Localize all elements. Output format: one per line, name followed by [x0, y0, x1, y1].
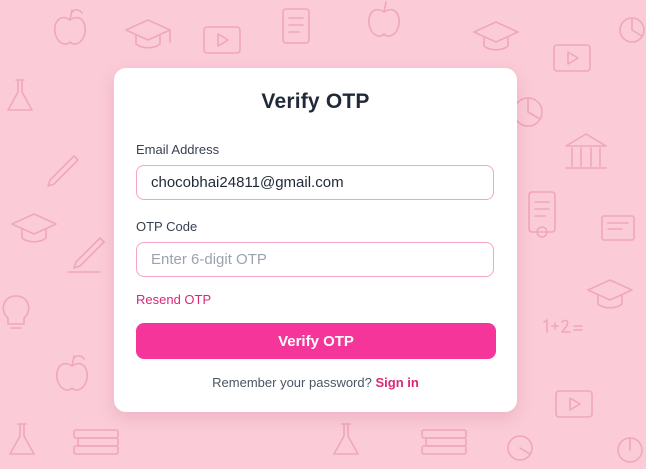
graduation-cap-icon [11, 213, 57, 243]
signin-link[interactable]: Sign in [375, 375, 418, 390]
pie-chart-icon [617, 437, 643, 463]
flask-icon [7, 79, 33, 111]
signin-prompt-text: Remember your password? [212, 375, 372, 390]
pie-chart-icon [619, 17, 645, 43]
resend-otp-link[interactable]: Resend OTP [136, 292, 211, 307]
graduation-cap-icon [587, 279, 633, 309]
verify-otp-card: Verify OTP Email Address OTP Code Resend… [114, 68, 517, 412]
video-player-icon [203, 26, 241, 54]
email-label: Email Address [136, 142, 220, 157]
verify-otp-button[interactable]: Verify OTP [136, 323, 496, 359]
apple-icon [56, 354, 88, 391]
otp-input[interactable] [136, 242, 494, 277]
flask-icon [9, 423, 35, 455]
pie-chart-icon [513, 97, 543, 127]
page-title: Verify OTP [261, 90, 370, 113]
books-icon [73, 429, 119, 455]
certificate-icon [601, 215, 635, 241]
lightbulb-icon [2, 295, 30, 329]
document-icon [528, 191, 556, 238]
video-player-icon [553, 44, 591, 72]
video-player-icon [555, 390, 593, 418]
otp-label: OTP Code [136, 219, 198, 234]
pie-chart-icon [507, 435, 533, 461]
pencil-icon [47, 155, 79, 187]
email-field[interactable] [136, 165, 494, 200]
graduation-cap-icon [125, 19, 171, 49]
math-formula-icon [543, 319, 583, 333]
bank-building-icon [565, 133, 607, 169]
pencil-icon [67, 237, 105, 273]
apple-icon [54, 8, 86, 45]
books-icon [421, 429, 467, 455]
signin-prompt: Remember your password? Sign in [114, 375, 517, 390]
document-icon [282, 8, 310, 44]
graduation-cap-icon [473, 21, 519, 51]
flask-icon [333, 423, 359, 455]
apple-icon [368, 1, 400, 37]
